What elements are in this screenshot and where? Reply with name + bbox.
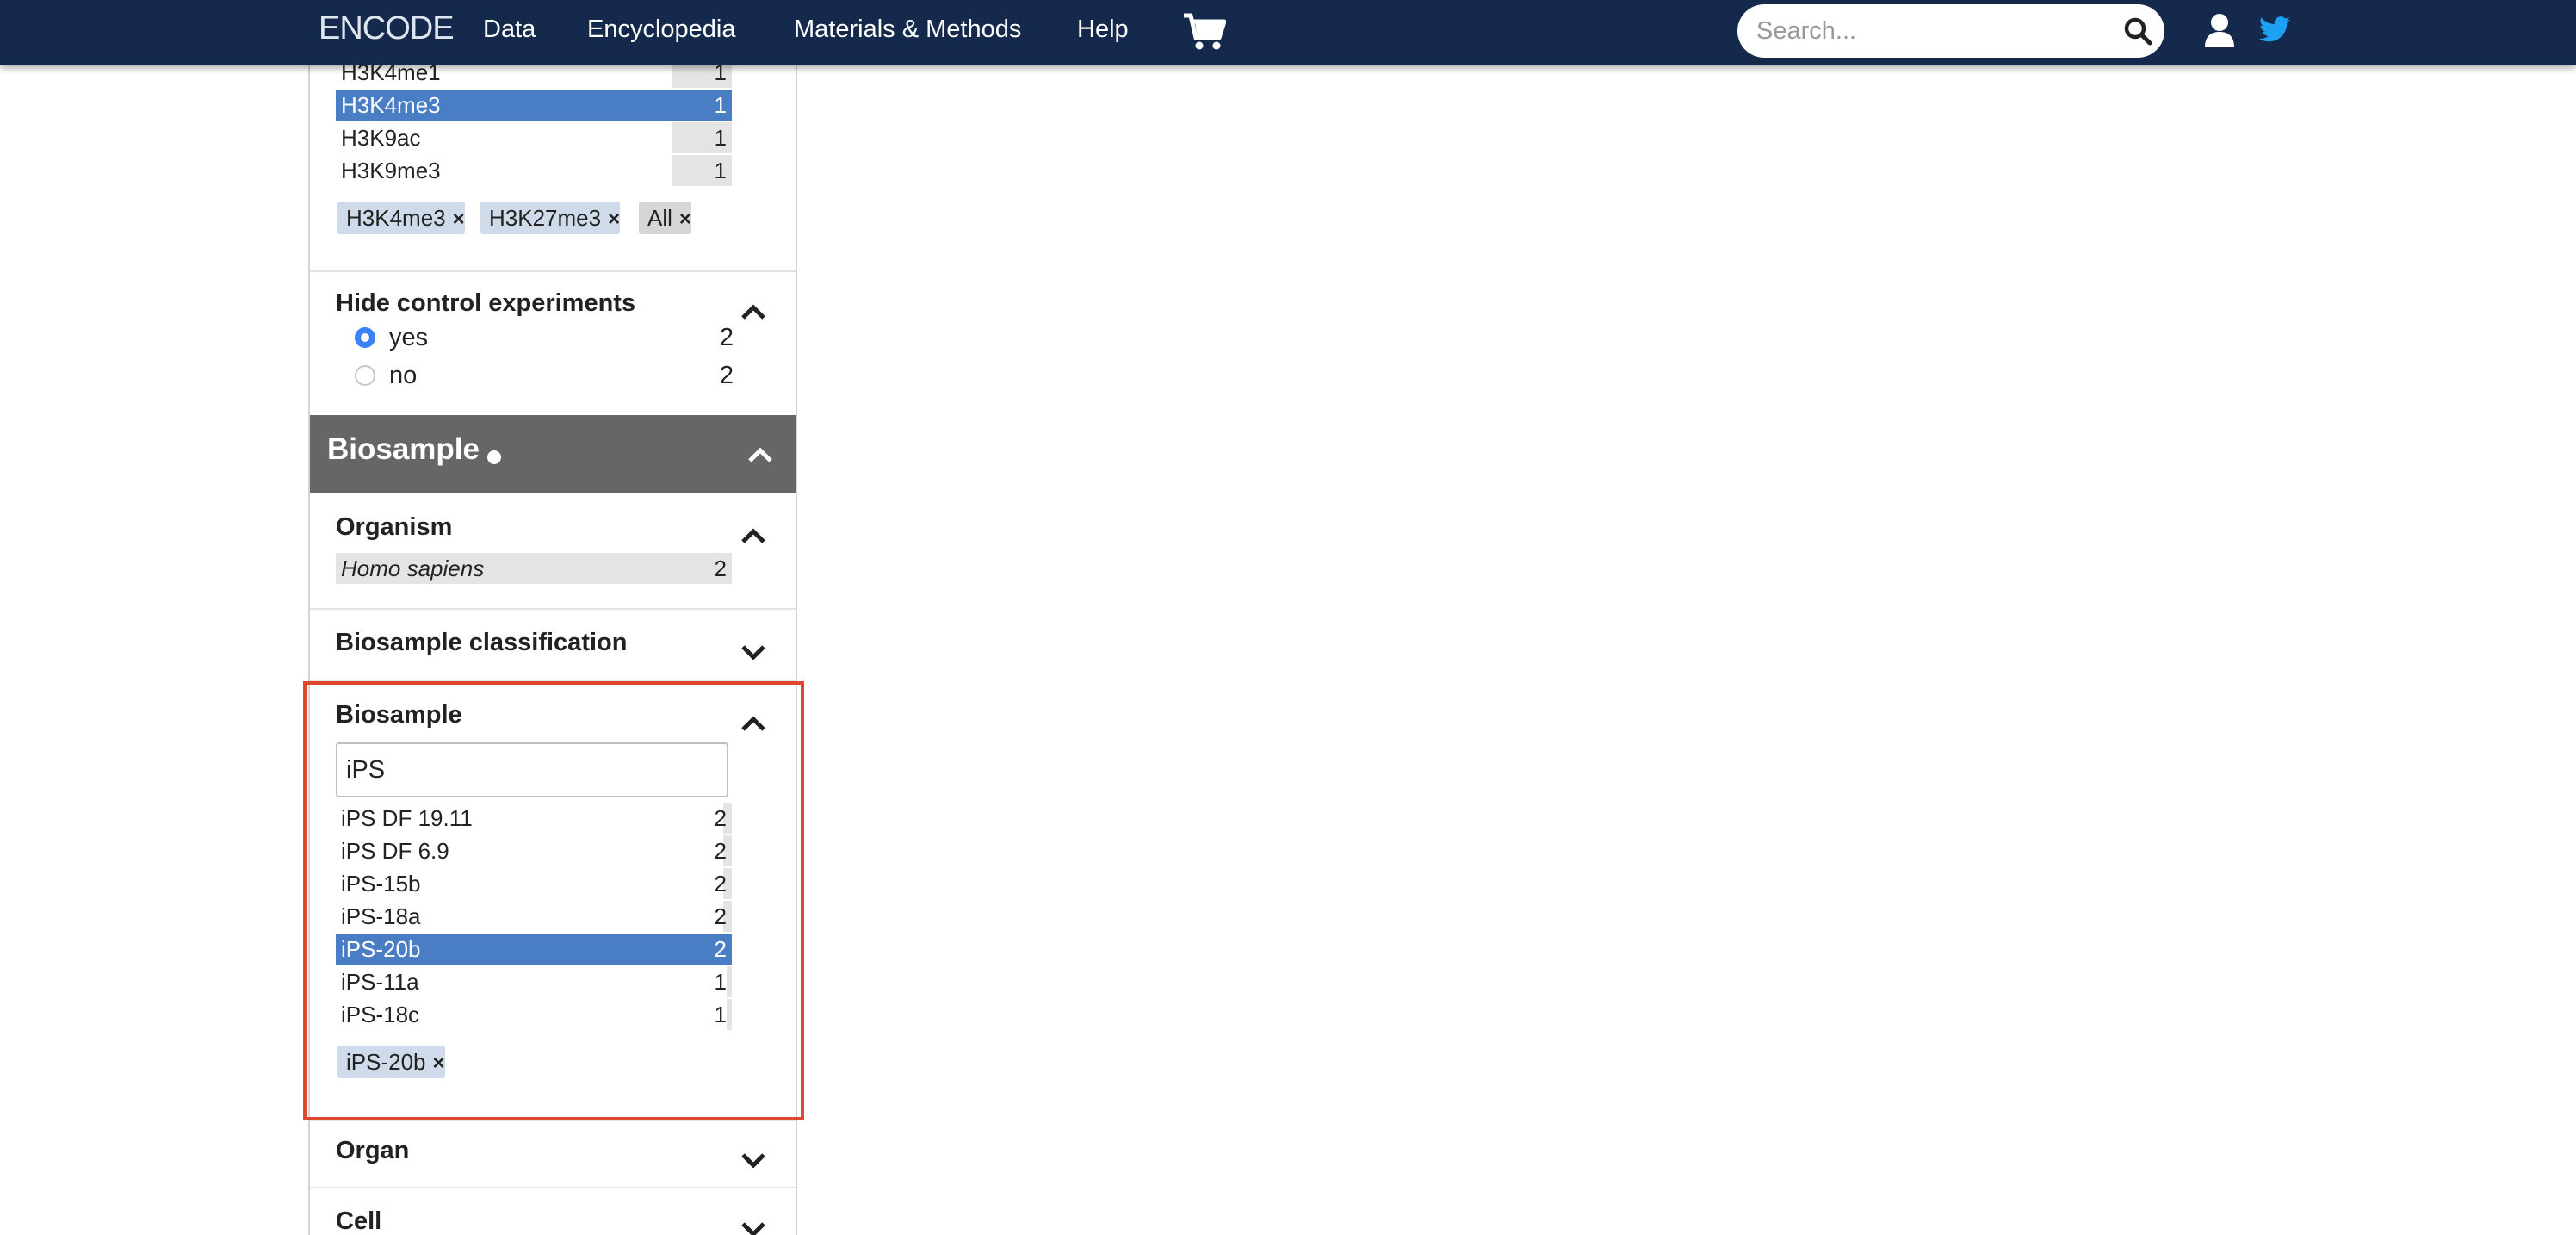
filter-chip-h3k4me3[interactable]: H3K4me3 × (337, 202, 465, 234)
filter-chip-all[interactable]: All × (639, 202, 691, 234)
facet-term-h3k4me3[interactable]: H3K4me3 1 (336, 90, 732, 121)
twitter-icon[interactable] (2259, 16, 2290, 43)
facet-term-ips-18c[interactable]: iPS-18c 1 (336, 999, 732, 1030)
active-indicator-icon (487, 450, 501, 464)
chevron-down-icon[interactable] (740, 1151, 766, 1168)
facet-term-h3k9me3[interactable]: H3K9me3 1 (336, 155, 732, 186)
chevron-up-icon[interactable] (740, 715, 766, 732)
nav-data[interactable]: Data (483, 16, 536, 44)
facet-term-ips-15b[interactable]: iPS-15b 2 (336, 868, 732, 899)
facet-sidebar: H3K4me1 1 H3K4me3 1 H3K9ac 1 H3K9me3 1 H… (308, 0, 797, 1235)
user-icon[interactable] (2204, 13, 2235, 47)
facet-term-ips-11a[interactable]: iPS-11a 1 (336, 966, 732, 997)
facet-group-biosample[interactable]: Biosample (310, 415, 796, 493)
facet-term-h3k9ac[interactable]: H3K9ac 1 (336, 122, 732, 153)
biosample-search-input[interactable] (336, 742, 728, 797)
remove-icon[interactable]: × (679, 203, 691, 236)
remove-icon[interactable]: × (453, 203, 465, 236)
divider (310, 608, 796, 610)
divider (310, 270, 796, 272)
facet-term-ips-18a[interactable]: iPS-18a 2 (336, 901, 732, 932)
chevron-down-icon[interactable] (740, 642, 766, 660)
cart-icon[interactable] (1183, 12, 1226, 52)
remove-icon[interactable]: × (433, 1047, 445, 1080)
search-box (1737, 4, 2164, 58)
top-navbar: ENCODE Data Encyclopedia Materials & Met… (0, 0, 2576, 65)
chevron-up-icon[interactable] (740, 303, 766, 320)
facet-title-hide-control: Hide control experiments (336, 289, 636, 317)
facet-title-biosample-classification: Biosample classification (336, 629, 628, 656)
facet-term-homo-sapiens[interactable]: Homo sapiens 2 (336, 553, 732, 584)
radio-no[interactable]: no 2 (355, 358, 734, 393)
divider (310, 1187, 796, 1188)
search-icon[interactable] (2123, 16, 2152, 46)
nav-help[interactable]: Help (1077, 16, 1129, 44)
facet-title-organism: Organism (336, 513, 453, 541)
filter-chip-h3k27me3[interactable]: H3K27me3 × (480, 202, 621, 236)
chevron-up-icon[interactable] (740, 527, 766, 544)
filter-chip-ips-20b[interactable]: iPS-20b × (337, 1046, 445, 1078)
nav-materials-methods[interactable]: Materials & Methods (794, 16, 1021, 44)
facet-term-ips-df-6-9[interactable]: iPS DF 6.9 2 (336, 835, 732, 866)
divider (310, 1120, 796, 1121)
search-input[interactable] (1756, 4, 2118, 58)
brand-logo[interactable]: ENCODE (319, 10, 455, 47)
facet-title-cell: Cell (336, 1207, 382, 1235)
facet-title-organ: Organ (336, 1137, 410, 1164)
chevron-down-icon[interactable] (740, 1219, 766, 1235)
remove-icon[interactable]: × (608, 203, 620, 236)
divider (310, 680, 796, 682)
radio-yes[interactable]: yes 2 (355, 320, 734, 355)
chevron-up-icon[interactable] (747, 446, 773, 463)
facet-term-ips-20b[interactable]: iPS-20b 2 (336, 934, 732, 965)
facet-title-biosample: Biosample (336, 701, 462, 729)
nav-encyclopedia[interactable]: Encyclopedia (587, 16, 736, 44)
facet-term-ips-df-19-11[interactable]: iPS DF 19.11 2 (336, 803, 732, 834)
